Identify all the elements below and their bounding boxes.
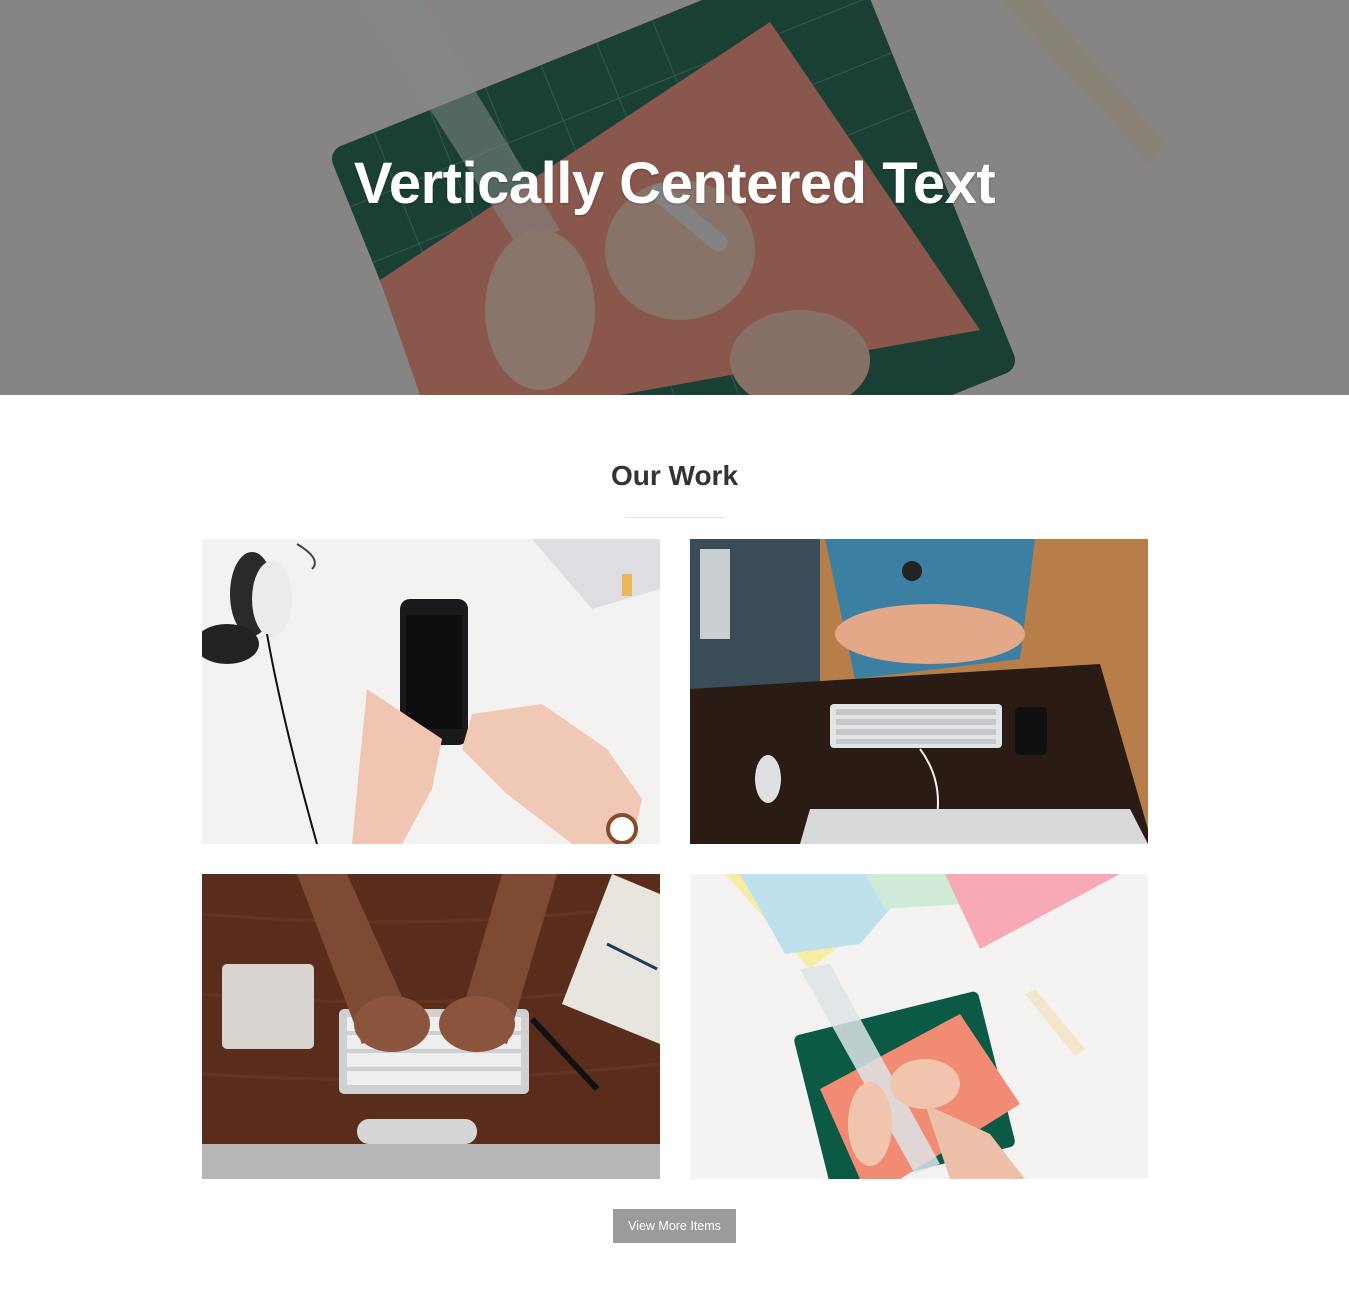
section-title: Our Work [610, 460, 739, 491]
portfolio-item-2[interactable] [690, 539, 1148, 844]
cutting-mat-photo [690, 874, 1148, 1179]
typing-hands-photo [202, 874, 660, 1179]
title-divider [625, 517, 725, 518]
portfolio-item-3[interactable] [202, 874, 660, 1179]
hero-title: Vertically Centered Text [353, 151, 996, 216]
phone-desk-photo [202, 539, 660, 844]
portfolio-item-4[interactable] [690, 874, 1148, 1179]
hero-banner: Vertically Centered Text [0, 0, 1349, 395]
portfolio-item-1[interactable] [202, 539, 660, 844]
view-more-button[interactable]: View More Items [613, 1209, 736, 1243]
keyboard-desk-photo [690, 539, 1148, 844]
